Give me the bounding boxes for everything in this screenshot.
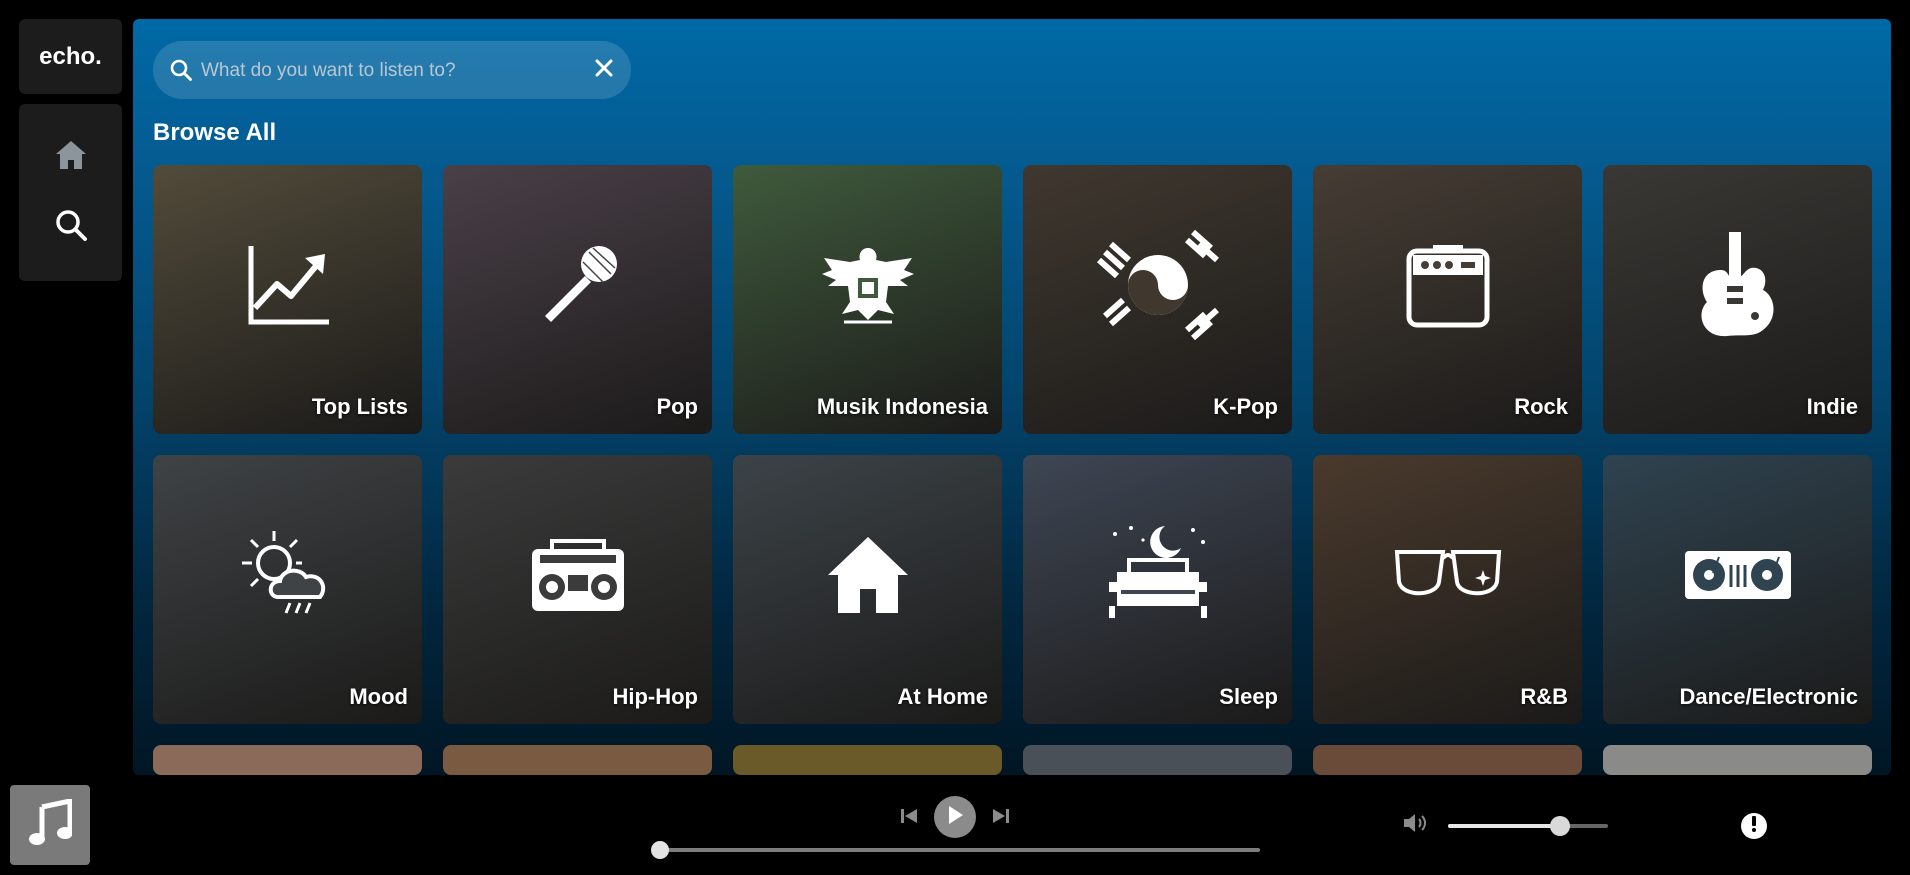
category-card-at-home[interactable]: At Home bbox=[733, 455, 1002, 724]
side-nav bbox=[19, 104, 122, 281]
category-card-k-pop[interactable]: K-Pop bbox=[1023, 165, 1292, 434]
search-bar bbox=[153, 41, 631, 101]
category-card-indie[interactable]: Indie bbox=[1603, 165, 1872, 434]
browse-heading: Browse All bbox=[153, 119, 277, 146]
music-note-icon bbox=[28, 797, 73, 852]
play-icon bbox=[946, 805, 964, 830]
info-button[interactable] bbox=[1741, 813, 1767, 839]
category-card-rock[interactable]: Rock bbox=[1313, 165, 1582, 434]
category-card-r-and-b[interactable]: R&B bbox=[1313, 455, 1582, 724]
home-nav-button[interactable] bbox=[50, 136, 92, 178]
category-card-pop[interactable]: Pop bbox=[443, 165, 712, 434]
category-card-partial[interactable] bbox=[1313, 745, 1582, 775]
category-card-musik-indonesia[interactable]: Musik Indonesia bbox=[733, 165, 1002, 434]
category-label: Mood bbox=[349, 684, 408, 709]
volume-slider[interactable] bbox=[1448, 816, 1608, 836]
category-label: Dance/Electronic bbox=[1679, 684, 1858, 709]
category-label: Hip-Hop bbox=[612, 684, 698, 709]
category-card-partial[interactable] bbox=[733, 745, 1002, 775]
category-card-partial[interactable] bbox=[1603, 745, 1872, 775]
category-label: Rock bbox=[1514, 394, 1568, 419]
category-card-partial[interactable] bbox=[443, 745, 712, 775]
category-card-mood[interactable]: Mood bbox=[153, 455, 422, 724]
previous-icon bbox=[900, 807, 918, 830]
category-card-top-lists[interactable]: Top Lists bbox=[153, 165, 422, 434]
category-label: Pop bbox=[656, 394, 698, 419]
app-logo[interactable]: echo. bbox=[19, 19, 122, 94]
category-card-sleep[interactable]: Sleep bbox=[1023, 455, 1292, 724]
category-label: R&B bbox=[1520, 684, 1568, 709]
mute-button[interactable] bbox=[1402, 812, 1428, 838]
search-icon bbox=[169, 58, 193, 87]
category-card-dance-electronic[interactable]: Dance/Electronic bbox=[1603, 455, 1872, 724]
category-label: Sleep bbox=[1219, 684, 1278, 709]
next-icon bbox=[992, 807, 1010, 830]
category-card-hip-hop[interactable]: Hip-Hop bbox=[443, 455, 712, 724]
volume-handle[interactable] bbox=[1550, 816, 1570, 836]
previous-button[interactable] bbox=[898, 807, 920, 829]
search-icon bbox=[54, 208, 88, 247]
exclamation-icon bbox=[1751, 815, 1757, 837]
volume-icon bbox=[1402, 812, 1428, 839]
category-card-partial[interactable] bbox=[1023, 745, 1292, 775]
category-label: Musik Indonesia bbox=[816, 394, 988, 419]
category-label: At Home bbox=[897, 684, 988, 709]
search-nav-button[interactable] bbox=[50, 206, 92, 248]
album-art bbox=[10, 785, 90, 865]
player-bar bbox=[0, 775, 1910, 875]
progress-bar[interactable] bbox=[651, 841, 1260, 859]
clear-search-button[interactable] bbox=[591, 57, 617, 83]
search-input[interactable] bbox=[199, 41, 583, 101]
main-content: Browse All Top Lists Pop Musik Indonesia bbox=[133, 19, 1891, 775]
home-icon bbox=[54, 139, 88, 176]
next-button[interactable] bbox=[990, 807, 1012, 829]
progress-handle[interactable] bbox=[651, 841, 669, 859]
category-label: Top Lists bbox=[311, 394, 408, 419]
play-button[interactable] bbox=[934, 796, 976, 838]
close-icon bbox=[595, 59, 613, 82]
category-card-partial[interactable] bbox=[153, 745, 422, 775]
category-label: Indie bbox=[1806, 394, 1858, 419]
volume-level bbox=[1448, 824, 1560, 828]
category-label: K-Pop bbox=[1213, 394, 1278, 419]
